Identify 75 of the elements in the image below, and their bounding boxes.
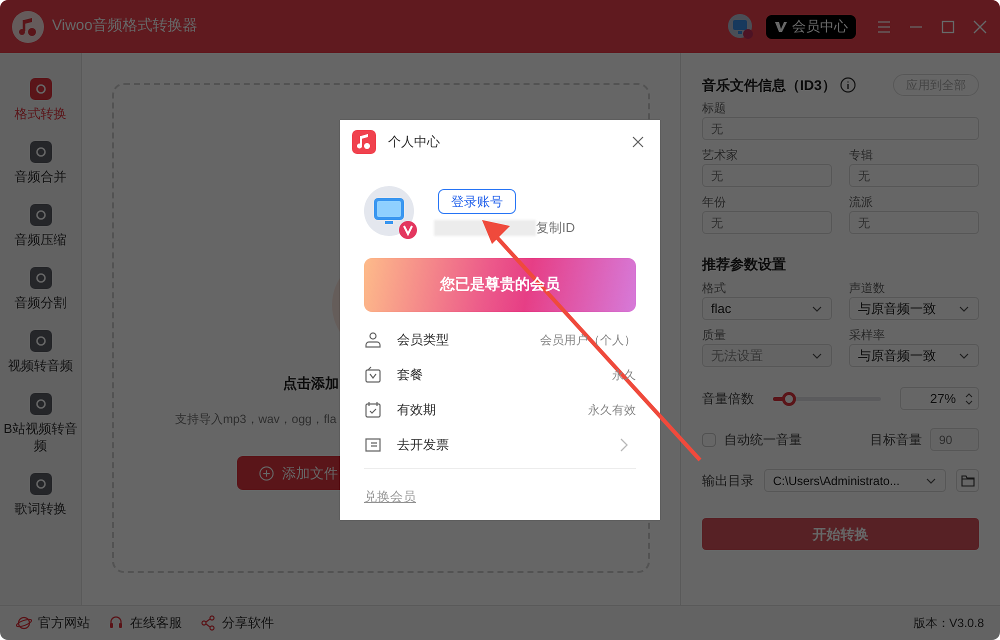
field-label: 流派	[849, 194, 874, 211]
plus-icon	[259, 466, 274, 480]
member-banner: 您已是尊贵的会员	[364, 258, 636, 312]
field-label: 采样率	[849, 327, 886, 344]
sidebar-item[interactable]: 音频合并	[2, 140, 80, 185]
field-label: 年份	[702, 194, 727, 211]
sidebar-item[interactable]: B站视频转音频	[2, 392, 80, 454]
folder-button[interactable]	[956, 469, 979, 492]
app-logo-icon	[12, 10, 44, 42]
share-icon	[200, 615, 216, 631]
field-label: 质量	[702, 327, 727, 344]
avatar-icon[interactable]	[728, 14, 754, 40]
feature-icon	[28, 266, 52, 290]
ticket-icon	[364, 436, 382, 454]
path-dropdown[interactable]: C:\Users\Administrato...	[764, 469, 946, 492]
drop-heading: 点击添加	[283, 374, 339, 393]
version-label: 版本：V3.0.8	[913, 615, 984, 632]
person-icon	[364, 330, 382, 348]
row-label: 套餐	[397, 366, 423, 384]
member-center-button[interactable]: 会员中心	[766, 14, 856, 38]
field-label: 标题	[702, 100, 727, 117]
dropdown[interactable]: 与原音频一致	[849, 297, 979, 320]
menu-icon[interactable]	[876, 18, 892, 34]
app-logo-icon	[352, 130, 376, 154]
dropdown[interactable]: flac	[702, 297, 832, 320]
sidebar-item[interactable]: 音频分割	[2, 266, 80, 311]
redeem-link[interactable]: 兑换会员	[364, 487, 416, 506]
footer-link[interactable]: 分享软件	[200, 613, 274, 633]
field-label: 艺术家	[702, 147, 739, 164]
row-value: 永久有效	[588, 402, 636, 418]
sidebar-item[interactable]: 视频转音频	[2, 329, 80, 374]
copy-id-link[interactable]: 复制ID	[536, 218, 575, 238]
row-value: 会员用户（个人）	[540, 332, 636, 348]
sidebar-item[interactable]: 歌词转换	[2, 472, 80, 517]
field-label: 专辑	[849, 147, 874, 164]
field-label: 输出目录	[702, 472, 755, 490]
field-label: 目标音量	[870, 430, 922, 449]
field-label: 格式	[702, 280, 727, 297]
maximize-icon[interactable]	[940, 18, 956, 34]
dropdown[interactable]: 与原音频一致	[849, 344, 979, 367]
number-spinner[interactable]: 27%	[900, 387, 979, 410]
chevron-right-icon	[620, 438, 628, 452]
feature-icon	[28, 392, 52, 416]
headset-icon	[108, 615, 124, 631]
feature-icon	[28, 472, 52, 496]
v-badge-icon	[774, 20, 788, 34]
row-label: 有效期	[397, 400, 436, 419]
login-button[interactable]: 登录账号	[438, 188, 516, 214]
feature-icon	[28, 203, 52, 227]
window-title: Viwoo音频格式转换器	[52, 16, 198, 36]
footer-link[interactable]: 官方网站	[16, 613, 90, 633]
avatar-icon	[364, 186, 418, 240]
slider-thumb[interactable]	[782, 392, 796, 406]
start-button: 开始转换	[702, 518, 979, 550]
package-icon	[364, 366, 382, 384]
footer-link[interactable]: 在线客服	[108, 613, 182, 633]
dialog-title: 个人中心	[388, 133, 440, 152]
info-icon[interactable]	[840, 77, 856, 93]
section-title: 推荐参数设置	[702, 255, 787, 274]
feature-icon	[28, 329, 52, 353]
field-label: 声道数	[849, 280, 886, 297]
section-title: 音乐文件信息（ID3）	[702, 76, 836, 95]
sidebar-item[interactable]: 格式转换	[2, 77, 80, 122]
calendar-check-icon	[364, 400, 382, 418]
feature-icon	[28, 77, 52, 101]
sidebar-item[interactable]: 音频压缩	[2, 203, 80, 248]
volume-slider[interactable]	[773, 392, 881, 406]
close-icon[interactable]	[632, 136, 644, 148]
folder-icon	[960, 474, 974, 486]
field-label: 音量倍数	[702, 390, 755, 408]
checkbox-label: 自动统一音量	[724, 430, 802, 449]
feature-icon	[28, 140, 52, 164]
spinner-arrows-icon[interactable]	[964, 390, 974, 406]
row-label: 会员类型	[397, 330, 449, 349]
planet-icon	[16, 615, 32, 631]
